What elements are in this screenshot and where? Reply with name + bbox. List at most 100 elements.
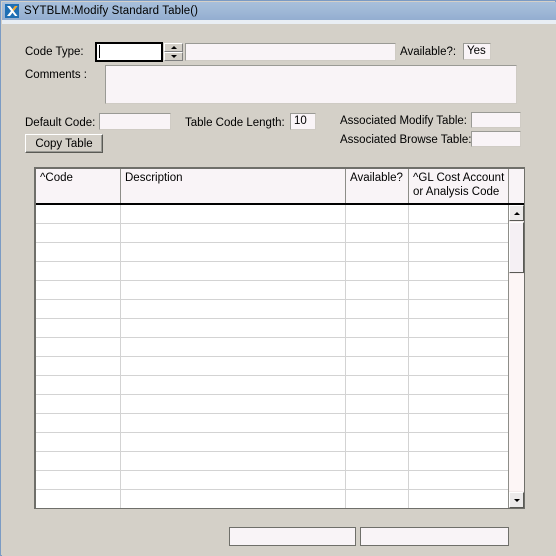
associated-modify-table-input[interactable]: [471, 112, 521, 128]
table-cell[interactable]: [346, 338, 409, 356]
grid-header-code[interactable]: ^Code: [36, 169, 121, 203]
table-row[interactable]: [36, 490, 524, 508]
table-cell[interactable]: [121, 471, 346, 489]
code-type-description-input[interactable]: [185, 43, 396, 61]
table-row[interactable]: [36, 224, 524, 243]
table-row[interactable]: [36, 471, 524, 490]
table-cell[interactable]: [409, 281, 509, 299]
table-cell[interactable]: [346, 281, 409, 299]
table-cell[interactable]: [121, 490, 346, 508]
table-cell[interactable]: [36, 395, 121, 413]
grid-body[interactable]: [36, 205, 524, 508]
code-type-combo[interactable]: [95, 42, 183, 62]
table-cell[interactable]: [36, 490, 121, 508]
table-cell[interactable]: [121, 262, 346, 280]
table-cell[interactable]: [409, 319, 509, 337]
table-cell[interactable]: [121, 281, 346, 299]
table-cell[interactable]: [346, 224, 409, 242]
table-cell[interactable]: [409, 224, 509, 242]
table-cell[interactable]: [121, 319, 346, 337]
table-cell[interactable]: [346, 300, 409, 318]
table-cell[interactable]: [346, 433, 409, 451]
available-value[interactable]: Yes: [463, 43, 491, 60]
table-cell[interactable]: [409, 452, 509, 470]
table-row[interactable]: [36, 395, 524, 414]
scrollbar-thumb[interactable]: [509, 222, 524, 273]
table-cell[interactable]: [346, 490, 409, 508]
table-row[interactable]: [36, 319, 524, 338]
spinner-up-button[interactable]: [164, 43, 183, 52]
table-cell[interactable]: [409, 262, 509, 280]
table-cell[interactable]: [121, 338, 346, 356]
table-cell[interactable]: [409, 414, 509, 432]
table-cell[interactable]: [346, 243, 409, 261]
table-cell[interactable]: [409, 395, 509, 413]
table-cell[interactable]: [36, 262, 121, 280]
comments-textarea[interactable]: [105, 65, 517, 104]
table-cell[interactable]: [346, 452, 409, 470]
table-cell[interactable]: [346, 376, 409, 394]
table-row[interactable]: [36, 452, 524, 471]
table-cell[interactable]: [409, 205, 509, 223]
table-row[interactable]: [36, 376, 524, 395]
associated-browse-table-input[interactable]: [471, 131, 521, 147]
table-cell[interactable]: [409, 357, 509, 375]
code-type-input[interactable]: [95, 42, 163, 62]
grid-header-available[interactable]: Available?: [346, 169, 409, 203]
table-cell[interactable]: [346, 319, 409, 337]
table-cell[interactable]: [36, 433, 121, 451]
table-cell[interactable]: [409, 300, 509, 318]
table-row[interactable]: [36, 243, 524, 262]
table-cell[interactable]: [36, 243, 121, 261]
table-cell[interactable]: [36, 281, 121, 299]
table-row[interactable]: [36, 281, 524, 300]
table-cell[interactable]: [121, 357, 346, 375]
code-type-spinner[interactable]: [164, 43, 183, 61]
table-cell[interactable]: [121, 300, 346, 318]
scrollbar-track[interactable]: [509, 274, 524, 491]
table-cell[interactable]: [121, 205, 346, 223]
table-cell[interactable]: [409, 433, 509, 451]
table-row[interactable]: [36, 433, 524, 452]
copy-table-button[interactable]: Copy Table: [25, 134, 103, 153]
footer-left-box[interactable]: [229, 527, 356, 546]
table-row[interactable]: [36, 205, 524, 224]
table-cell[interactable]: [36, 300, 121, 318]
table-cell[interactable]: [36, 224, 121, 242]
table-row[interactable]: [36, 262, 524, 281]
table-cell[interactable]: [121, 452, 346, 470]
table-cell[interactable]: [36, 414, 121, 432]
table-cell[interactable]: [346, 357, 409, 375]
table-cell[interactable]: [346, 395, 409, 413]
table-cell[interactable]: [121, 433, 346, 451]
table-cell[interactable]: [36, 205, 121, 223]
table-cell[interactable]: [121, 414, 346, 432]
table-row[interactable]: [36, 338, 524, 357]
table-cell[interactable]: [346, 414, 409, 432]
table-cell[interactable]: [346, 205, 409, 223]
table-row[interactable]: [36, 300, 524, 319]
scroll-up-arrow-icon[interactable]: [509, 205, 524, 221]
grid-header-description[interactable]: Description: [121, 169, 346, 203]
grid-header-gl-cost-account[interactable]: ^GL Cost Account or Analysis Code: [409, 169, 509, 203]
table-cell[interactable]: [121, 395, 346, 413]
table-cell[interactable]: [346, 471, 409, 489]
grid-vertical-scrollbar[interactable]: [508, 205, 524, 508]
footer-right-box[interactable]: [360, 527, 509, 546]
table-cell[interactable]: [409, 490, 509, 508]
table-code-length-value[interactable]: 10: [290, 113, 316, 130]
table-cell[interactable]: [409, 338, 509, 356]
table-cell[interactable]: [36, 357, 121, 375]
table-cell[interactable]: [121, 224, 346, 242]
table-cell[interactable]: [409, 376, 509, 394]
table-cell[interactable]: [36, 376, 121, 394]
scroll-down-arrow-icon[interactable]: [509, 492, 524, 508]
table-cell[interactable]: [36, 452, 121, 470]
default-code-input[interactable]: [99, 113, 171, 130]
table-cell[interactable]: [121, 376, 346, 394]
table-cell[interactable]: [36, 338, 121, 356]
table-row[interactable]: [36, 357, 524, 376]
table-row[interactable]: [36, 414, 524, 433]
table-cell[interactable]: [121, 243, 346, 261]
table-cell[interactable]: [409, 243, 509, 261]
